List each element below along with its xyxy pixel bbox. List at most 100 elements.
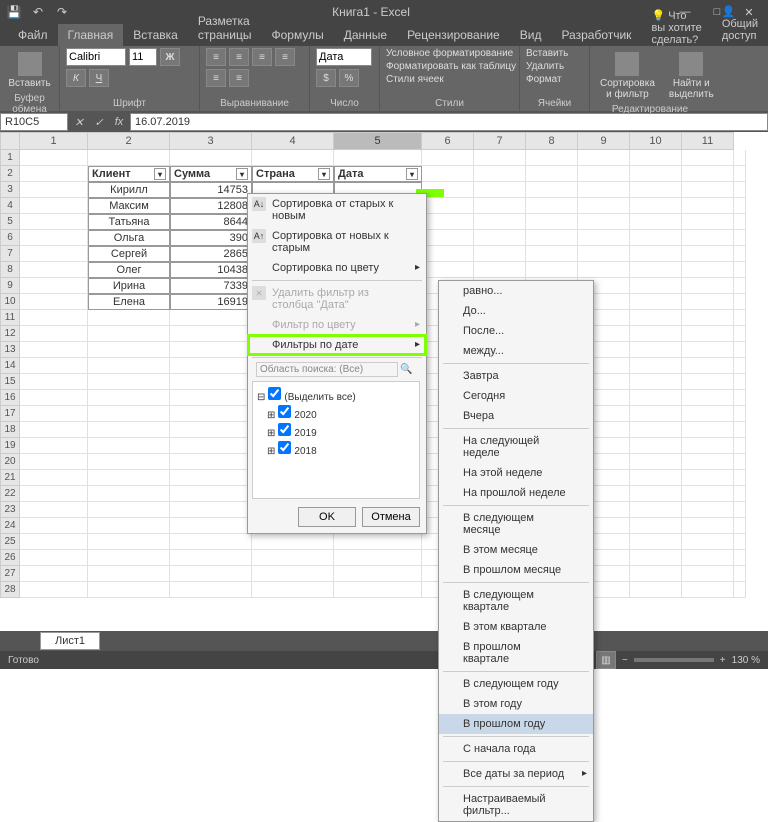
cell[interactable]: [682, 454, 734, 470]
cell[interactable]: [630, 486, 682, 502]
cell[interactable]: [630, 294, 682, 310]
cell[interactable]: [88, 566, 170, 582]
cell[interactable]: [474, 214, 526, 230]
cell[interactable]: [682, 214, 734, 230]
cell[interactable]: [88, 390, 170, 406]
cell[interactable]: Ольга: [88, 230, 170, 246]
cell[interactable]: [682, 550, 734, 566]
cell[interactable]: [630, 406, 682, 422]
cell[interactable]: [20, 326, 88, 342]
ribbon-tab-2[interactable]: Вставка: [123, 24, 188, 46]
cell[interactable]: [474, 262, 526, 278]
select-all-corner[interactable]: [0, 132, 20, 150]
cell[interactable]: [170, 534, 252, 550]
zoom-level[interactable]: 130 %: [732, 655, 760, 666]
cell[interactable]: [734, 358, 746, 374]
cell[interactable]: [578, 230, 630, 246]
cell[interactable]: [734, 182, 746, 198]
date-filter-next_quarter[interactable]: В следующем квартале: [439, 585, 593, 617]
cell[interactable]: [474, 166, 526, 182]
cell[interactable]: [170, 358, 252, 374]
align-bot-button[interactable]: ≡: [252, 48, 272, 66]
row-header-8[interactable]: 8: [0, 262, 20, 278]
redo-icon[interactable]: ↷: [52, 2, 72, 22]
col-header-10[interactable]: 10: [630, 132, 682, 150]
cell[interactable]: [422, 214, 474, 230]
col-header-8[interactable]: 8: [526, 132, 578, 150]
cell[interactable]: [88, 422, 170, 438]
zoom-slider[interactable]: [634, 658, 714, 662]
cell[interactable]: Елена: [88, 294, 170, 310]
row-header-9[interactable]: 9: [0, 278, 20, 294]
cell[interactable]: 8644: [170, 214, 252, 230]
cell[interactable]: [88, 518, 170, 534]
ribbon-tab-7[interactable]: Вид: [510, 24, 552, 46]
date-filter-this_month[interactable]: В этом месяце: [439, 540, 593, 560]
ribbon-tab-6[interactable]: Рецензирование: [397, 24, 510, 46]
cell[interactable]: [734, 342, 746, 358]
currency-button[interactable]: $: [316, 69, 336, 87]
row-header-22[interactable]: 22: [0, 486, 20, 502]
cells-insert-button[interactable]: Вставить: [526, 48, 583, 59]
tree-year-2018[interactable]: ⊞2018: [257, 440, 415, 458]
col-header-3[interactable]: 3: [170, 132, 252, 150]
cell[interactable]: [334, 582, 422, 598]
cell[interactable]: [474, 150, 526, 166]
cell[interactable]: [170, 326, 252, 342]
date-filter-last_month[interactable]: В прошлом месяце: [439, 560, 593, 580]
cell[interactable]: [734, 390, 746, 406]
col-header-5[interactable]: 5: [334, 132, 422, 150]
cell[interactable]: [682, 246, 734, 262]
search-icon[interactable]: 🔍: [398, 364, 412, 375]
cell[interactable]: [170, 374, 252, 390]
cell[interactable]: [630, 150, 682, 166]
cell[interactable]: [20, 454, 88, 470]
row-header-12[interactable]: 12: [0, 326, 20, 342]
cell[interactable]: [682, 534, 734, 550]
cell[interactable]: [170, 406, 252, 422]
row-header-4[interactable]: 4: [0, 198, 20, 214]
cond-format-button[interactable]: Условное форматирование: [386, 48, 513, 59]
row-header-20[interactable]: 20: [0, 454, 20, 470]
cell[interactable]: [170, 566, 252, 582]
align-right-button[interactable]: ≡: [229, 69, 249, 87]
cell[interactable]: [682, 518, 734, 534]
cell[interactable]: [88, 150, 170, 166]
cell[interactable]: [88, 454, 170, 470]
cell[interactable]: [88, 310, 170, 326]
col-header-9[interactable]: 9: [578, 132, 630, 150]
row-header-17[interactable]: 17: [0, 406, 20, 422]
cell[interactable]: [20, 422, 88, 438]
cell[interactable]: [734, 374, 746, 390]
cell[interactable]: [682, 358, 734, 374]
row-header-18[interactable]: 18: [0, 422, 20, 438]
row-header-2[interactable]: 2: [0, 166, 20, 182]
cell[interactable]: [578, 198, 630, 214]
cell[interactable]: 2865: [170, 246, 252, 262]
date-filter-this_week[interactable]: На этой неделе: [439, 463, 593, 483]
ribbon-tab-0[interactable]: Файл: [8, 24, 58, 46]
cell[interactable]: [734, 310, 746, 326]
cell[interactable]: [682, 422, 734, 438]
cell[interactable]: Сергей: [88, 246, 170, 262]
cell[interactable]: [526, 262, 578, 278]
cell[interactable]: [578, 214, 630, 230]
cell[interactable]: [170, 502, 252, 518]
row-header-23[interactable]: 23: [0, 502, 20, 518]
row-header-11[interactable]: 11: [0, 310, 20, 326]
col-header-7[interactable]: 7: [474, 132, 526, 150]
cell[interactable]: [20, 390, 88, 406]
cell[interactable]: [630, 310, 682, 326]
cell[interactable]: [88, 438, 170, 454]
col-header-2[interactable]: 2: [88, 132, 170, 150]
cell[interactable]: [682, 150, 734, 166]
cell[interactable]: [734, 262, 746, 278]
tree-year-2020[interactable]: ⊞2020: [257, 404, 415, 422]
cell[interactable]: [20, 374, 88, 390]
cell[interactable]: [734, 246, 746, 262]
cell[interactable]: [88, 582, 170, 598]
cell[interactable]: [334, 534, 422, 550]
cell[interactable]: [630, 582, 682, 598]
cell[interactable]: [682, 470, 734, 486]
cell[interactable]: [422, 198, 474, 214]
